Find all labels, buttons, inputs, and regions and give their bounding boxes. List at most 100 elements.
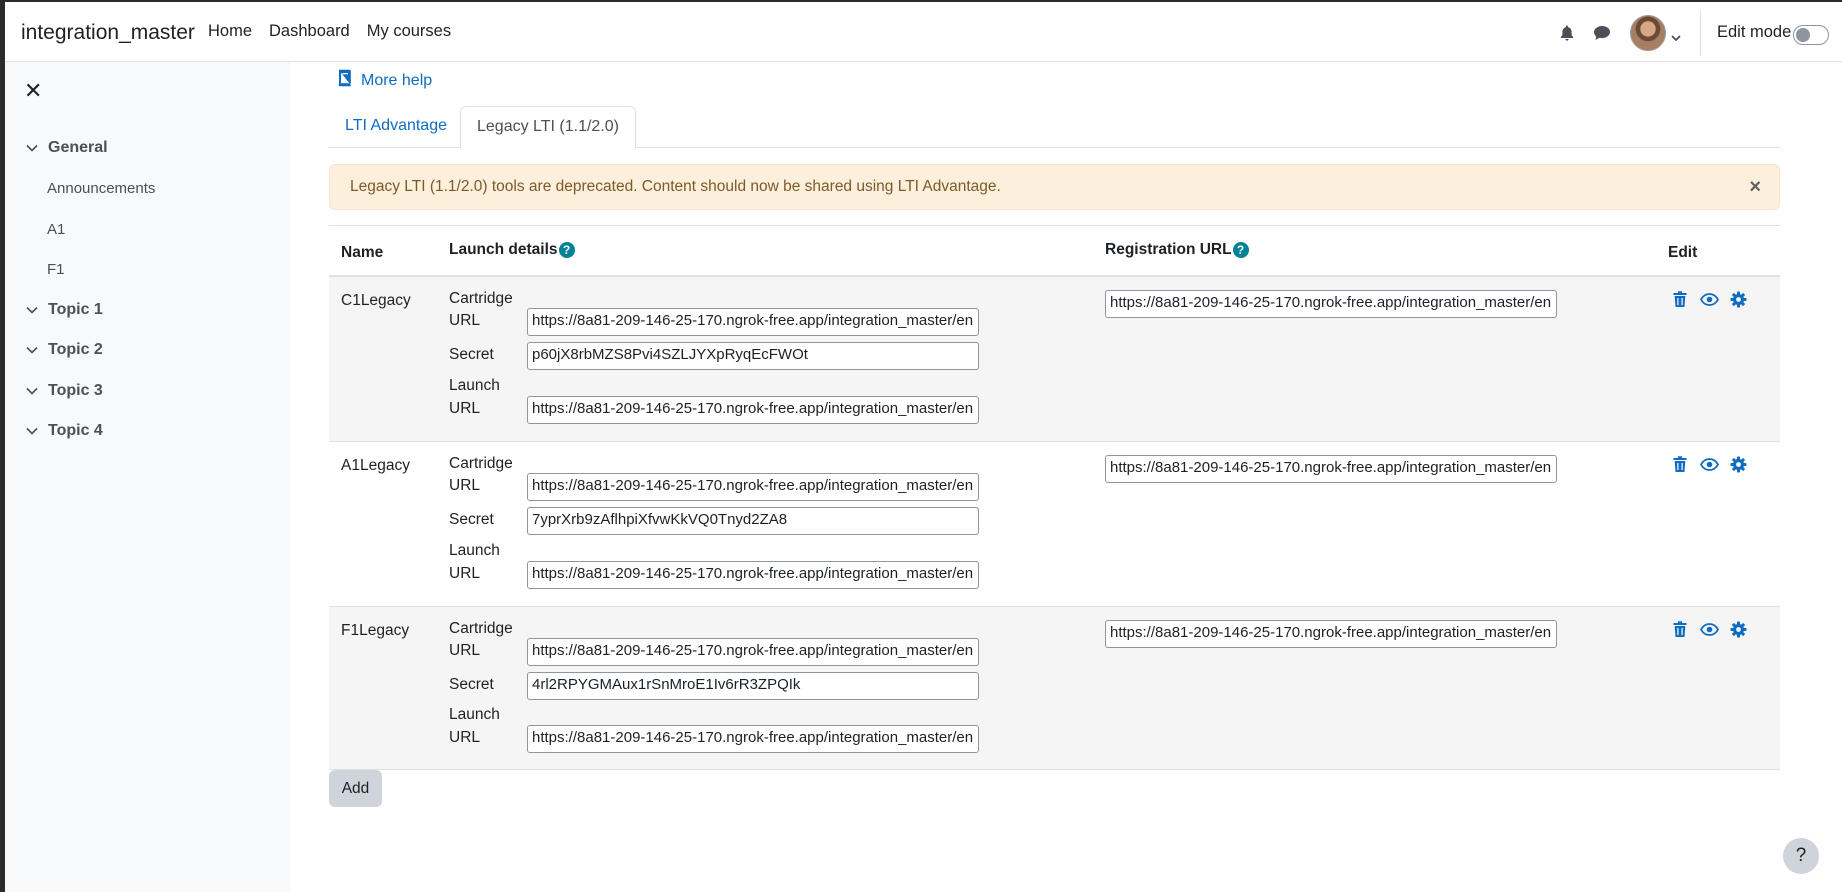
tool-name: A1Legacy <box>341 457 410 474</box>
section-label[interactable]: Topic 4 <box>48 422 103 440</box>
delete-trash-icon[interactable] <box>1670 619 1690 639</box>
secret-label: Secret <box>449 511 494 528</box>
cartridge-url-field[interactable]: https://8a81-209-146-25-170.ngrok-free.a… <box>527 308 979 336</box>
cartridge-label: Cartridge <box>449 620 513 637</box>
table-row: A1Legacy Cartridge URL https://8a81-209-… <box>329 442 1780 607</box>
more-help-label[interactable]: More help <box>361 72 432 90</box>
gear-icon[interactable] <box>1728 454 1748 474</box>
gear-icon[interactable] <box>1728 619 1748 639</box>
more-help-link[interactable]: More help <box>337 69 432 92</box>
secret-field[interactable]: 4rl2RPYGMAux1rSnMroE1Iv6rR3ZPQIk <box>527 672 979 700</box>
header-launch-details: Launch details ? <box>449 241 575 259</box>
notifications-bell-icon[interactable] <box>1557 23 1577 43</box>
help-icon[interactable]: ? <box>1232 242 1249 258</box>
secret-label: Secret <box>449 676 494 693</box>
help-button[interactable]: ? <box>1783 838 1819 874</box>
section-label[interactable]: Topic 1 <box>48 301 103 319</box>
section-topic-1[interactable]: Topic 1 <box>25 301 103 319</box>
course-index-drawer: ✕ General Announcements A1 F1 Topic 1 To… <box>5 62 290 892</box>
secret-field[interactable]: 7yprXrb9zAflhpiXfvwKkVQ0Tnyd2ZA8 <box>527 507 979 535</box>
tool-name: C1Legacy <box>341 292 411 309</box>
nav-my-courses-link[interactable]: My courses <box>367 22 451 41</box>
registration-url-field[interactable]: https://8a81-209-146-25-170.ngrok-free.a… <box>1105 620 1557 648</box>
close-icon[interactable]: ✕ <box>24 80 42 102</box>
launch-label: Launch <box>449 377 500 394</box>
delete-trash-icon[interactable] <box>1670 454 1690 474</box>
eye-icon[interactable] <box>1699 289 1719 309</box>
activity-f1[interactable]: F1 <box>47 261 65 278</box>
navbar-divider <box>1700 10 1701 56</box>
url-label: URL <box>449 477 481 494</box>
header-edit: Edit <box>1668 244 1698 261</box>
table-row: C1Legacy Cartridge URL https://8a81-209-… <box>329 277 1780 442</box>
section-label[interactable]: Topic 3 <box>48 382 103 400</box>
lti-tabs: LTI Advantage Legacy LTI (1.1/2.0) <box>329 106 1780 149</box>
registration-url-field[interactable]: https://8a81-209-146-25-170.ngrok-free.a… <box>1105 290 1557 318</box>
header-registration-url: Registration URL ? <box>1105 241 1249 259</box>
cartridge-url-field[interactable]: https://8a81-209-146-25-170.ngrok-free.a… <box>527 473 979 501</box>
chevron-down-icon[interactable] <box>25 144 39 152</box>
activity-a1[interactable]: A1 <box>47 221 65 238</box>
edit-actions <box>1670 454 1748 474</box>
chevron-down-icon[interactable] <box>1671 26 1681 47</box>
close-icon[interactable]: × <box>1749 177 1761 197</box>
chevron-down-icon[interactable] <box>25 346 39 354</box>
toggle-knob <box>1796 28 1810 42</box>
header-registration-url-label: Registration URL <box>1105 241 1232 258</box>
launch-label: Launch <box>449 542 500 559</box>
alert-message: Legacy LTI (1.1/2.0) tools are deprecate… <box>350 178 1001 195</box>
nav-dashboard-link[interactable]: Dashboard <box>269 22 350 41</box>
activity-announcements[interactable]: Announcements <box>47 180 155 197</box>
launch-label: Launch <box>449 706 500 723</box>
delete-trash-icon[interactable] <box>1670 289 1690 309</box>
header-launch-details-label: Launch details <box>449 241 558 258</box>
edit-mode-toggle[interactable] <box>1793 25 1829 45</box>
cartridge-url-field[interactable]: https://8a81-209-146-25-170.ngrok-free.a… <box>527 638 979 666</box>
site-name[interactable]: integration_master <box>21 21 195 45</box>
launch-url-field[interactable]: https://8a81-209-146-25-170.ngrok-free.a… <box>527 725 979 753</box>
secret-field[interactable]: p60jX8rbMZS8Pvi4SZLJYXpRyqEcFWOt <box>527 342 979 370</box>
url-label: URL <box>449 729 481 746</box>
tab-lti-advantage[interactable]: LTI Advantage <box>329 106 463 148</box>
section-general[interactable]: General <box>25 139 108 157</box>
table-row: F1Legacy Cartridge URL https://8a81-209-… <box>329 607 1780 770</box>
section-topic-2[interactable]: Topic 2 <box>25 341 103 359</box>
eye-icon[interactable] <box>1699 454 1719 474</box>
section-label[interactable]: Topic 2 <box>48 341 103 359</box>
add-button[interactable]: Add <box>329 770 382 807</box>
gear-icon[interactable] <box>1728 289 1748 309</box>
url-label: URL <box>449 312 481 329</box>
primary-navigation: Home Dashboard My courses <box>208 22 468 41</box>
nav-home-link[interactable]: Home <box>208 22 252 41</box>
url-label: URL <box>449 642 481 659</box>
launch-url-field[interactable]: https://8a81-209-146-25-170.ngrok-free.a… <box>527 561 979 589</box>
url-label: URL <box>449 565 481 582</box>
header-name: Name <box>341 244 384 261</box>
eye-icon[interactable] <box>1699 619 1719 639</box>
secret-label: Secret <box>449 346 494 363</box>
user-avatar[interactable] <box>1630 15 1666 51</box>
section-label[interactable]: General <box>48 139 108 157</box>
url-label: URL <box>449 400 481 417</box>
launch-url-field[interactable]: https://8a81-209-146-25-170.ngrok-free.a… <box>527 396 979 424</box>
tool-name: F1Legacy <box>341 622 410 639</box>
book-icon <box>337 69 352 92</box>
chevron-down-icon[interactable] <box>25 427 39 435</box>
section-topic-4[interactable]: Topic 4 <box>25 422 103 440</box>
edit-actions <box>1670 289 1748 309</box>
tab-legacy-lti[interactable]: Legacy LTI (1.1/2.0) <box>460 106 636 149</box>
section-topic-3[interactable]: Topic 3 <box>25 382 103 400</box>
edit-mode-label: Edit mode <box>1717 23 1792 41</box>
legacy-tools-table: Name Launch details ? Registration URL ?… <box>329 225 1780 770</box>
window-frame-top <box>0 0 1842 2</box>
chevron-down-icon[interactable] <box>25 387 39 395</box>
deprecation-alert: Legacy LTI (1.1/2.0) tools are deprecate… <box>329 164 1780 210</box>
help-icon[interactable]: ? <box>558 242 575 258</box>
cartridge-label: Cartridge <box>449 290 513 307</box>
registration-url-field[interactable]: https://8a81-209-146-25-170.ngrok-free.a… <box>1105 455 1557 483</box>
cartridge-label: Cartridge <box>449 455 513 472</box>
messages-chat-icon[interactable] <box>1592 23 1612 43</box>
table-header: Name Launch details ? Registration URL ?… <box>329 225 1780 277</box>
chevron-down-icon[interactable] <box>25 306 39 314</box>
top-navbar: integration_master Home Dashboard My cou… <box>5 2 1842 62</box>
